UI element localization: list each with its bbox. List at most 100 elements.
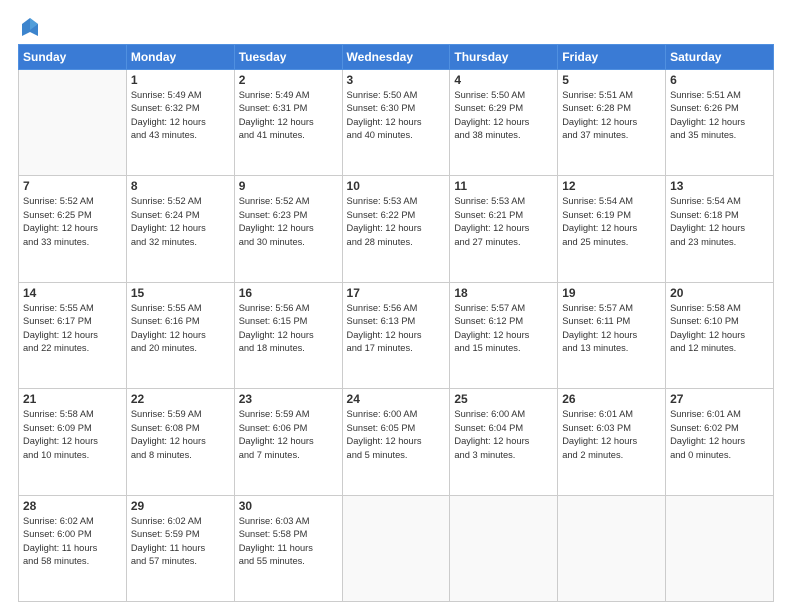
calendar-table: SundayMondayTuesdayWednesdayThursdayFrid… [18, 44, 774, 602]
day-number: 29 [131, 499, 230, 513]
weekday-header-row: SundayMondayTuesdayWednesdayThursdayFrid… [19, 45, 774, 70]
calendar-cell: 15 Sunrise: 5:55 AM Sunset: 6:16 PM Dayli… [126, 282, 234, 388]
day-info: Sunrise: 5:52 AM Sunset: 6:25 PM Dayligh… [23, 195, 122, 249]
day-number: 3 [347, 73, 446, 87]
day-number: 22 [131, 392, 230, 406]
week-row-2: 7 Sunrise: 5:52 AM Sunset: 6:25 PM Daylig… [19, 176, 774, 282]
day-info: Sunrise: 6:01 AM Sunset: 6:02 PM Dayligh… [670, 408, 769, 462]
calendar-cell: 18 Sunrise: 5:57 AM Sunset: 6:12 PM Dayli… [450, 282, 558, 388]
day-number: 16 [239, 286, 338, 300]
calendar-cell: 12 Sunrise: 5:54 AM Sunset: 6:19 PM Dayli… [558, 176, 666, 282]
calendar-cell: 28 Sunrise: 6:02 AM Sunset: 6:00 PM Dayli… [19, 495, 127, 601]
day-info: Sunrise: 6:03 AM Sunset: 5:58 PM Dayligh… [239, 515, 338, 569]
week-row-5: 28 Sunrise: 6:02 AM Sunset: 6:00 PM Dayli… [19, 495, 774, 601]
weekday-header-tuesday: Tuesday [234, 45, 342, 70]
day-info: Sunrise: 5:58 AM Sunset: 6:09 PM Dayligh… [23, 408, 122, 462]
day-number: 30 [239, 499, 338, 513]
calendar-cell: 2 Sunrise: 5:49 AM Sunset: 6:31 PM Daylig… [234, 70, 342, 176]
day-info: Sunrise: 5:49 AM Sunset: 6:31 PM Dayligh… [239, 89, 338, 143]
day-number: 21 [23, 392, 122, 406]
weekday-header-wednesday: Wednesday [342, 45, 450, 70]
calendar-cell [450, 495, 558, 601]
day-info: Sunrise: 5:52 AM Sunset: 6:24 PM Dayligh… [131, 195, 230, 249]
day-number: 28 [23, 499, 122, 513]
logo-icon [20, 16, 40, 38]
calendar-cell: 16 Sunrise: 5:56 AM Sunset: 6:15 PM Dayli… [234, 282, 342, 388]
day-number: 9 [239, 179, 338, 193]
day-info: Sunrise: 5:58 AM Sunset: 6:10 PM Dayligh… [670, 302, 769, 356]
page: SundayMondayTuesdayWednesdayThursdayFrid… [0, 0, 792, 612]
calendar-cell: 19 Sunrise: 5:57 AM Sunset: 6:11 PM Dayli… [558, 282, 666, 388]
calendar-cell: 13 Sunrise: 5:54 AM Sunset: 6:18 PM Dayli… [666, 176, 774, 282]
day-info: Sunrise: 5:51 AM Sunset: 6:28 PM Dayligh… [562, 89, 661, 143]
calendar-cell: 3 Sunrise: 5:50 AM Sunset: 6:30 PM Daylig… [342, 70, 450, 176]
weekday-header-friday: Friday [558, 45, 666, 70]
weekday-header-thursday: Thursday [450, 45, 558, 70]
day-info: Sunrise: 6:02 AM Sunset: 5:59 PM Dayligh… [131, 515, 230, 569]
calendar-cell: 23Sunrise: 5:59 AM Sunset: 6:06 PM Dayli… [234, 389, 342, 495]
day-info: Sunrise: 5:56 AM Sunset: 6:15 PM Dayligh… [239, 302, 338, 356]
day-number: 24 [347, 392, 446, 406]
calendar-cell: 21 Sunrise: 5:58 AM Sunset: 6:09 PM Dayli… [19, 389, 127, 495]
day-info: Sunrise: 5:53 AM Sunset: 6:22 PM Dayligh… [347, 195, 446, 249]
day-number: 13 [670, 179, 769, 193]
calendar-cell: 1Sunrise: 5:49 AM Sunset: 6:32 PM Daylig… [126, 70, 234, 176]
day-info: Sunrise: 6:02 AM Sunset: 6:00 PM Dayligh… [23, 515, 122, 569]
day-info: Sunrise: 6:01 AM Sunset: 6:03 PM Dayligh… [562, 408, 661, 462]
week-row-1: 1Sunrise: 5:49 AM Sunset: 6:32 PM Daylig… [19, 70, 774, 176]
calendar-cell: 14Sunrise: 5:55 AM Sunset: 6:17 PM Dayli… [19, 282, 127, 388]
day-info: Sunrise: 5:57 AM Sunset: 6:11 PM Dayligh… [562, 302, 661, 356]
day-info: Sunrise: 5:52 AM Sunset: 6:23 PM Dayligh… [239, 195, 338, 249]
calendar-cell: 8 Sunrise: 5:52 AM Sunset: 6:24 PM Daylig… [126, 176, 234, 282]
day-info: Sunrise: 6:00 AM Sunset: 6:05 PM Dayligh… [347, 408, 446, 462]
calendar-cell: 24 Sunrise: 6:00 AM Sunset: 6:05 PM Dayli… [342, 389, 450, 495]
calendar-cell: 10 Sunrise: 5:53 AM Sunset: 6:22 PM Dayli… [342, 176, 450, 282]
day-number: 12 [562, 179, 661, 193]
calendar-cell: 26Sunrise: 6:01 AM Sunset: 6:03 PM Dayli… [558, 389, 666, 495]
day-number: 4 [454, 73, 553, 87]
day-info: Sunrise: 5:54 AM Sunset: 6:19 PM Dayligh… [562, 195, 661, 249]
day-info: Sunrise: 6:00 AM Sunset: 6:04 PM Dayligh… [454, 408, 553, 462]
day-number: 14 [23, 286, 122, 300]
day-info: Sunrise: 5:51 AM Sunset: 6:26 PM Dayligh… [670, 89, 769, 143]
calendar-cell: 5 Sunrise: 5:51 AM Sunset: 6:28 PM Daylig… [558, 70, 666, 176]
day-number: 8 [131, 179, 230, 193]
day-number: 10 [347, 179, 446, 193]
calendar-cell [342, 495, 450, 601]
day-info: Sunrise: 5:59 AM Sunset: 6:06 PM Dayligh… [239, 408, 338, 462]
day-number: 18 [454, 286, 553, 300]
calendar-cell: 9 Sunrise: 5:52 AM Sunset: 6:23 PM Daylig… [234, 176, 342, 282]
day-number: 2 [239, 73, 338, 87]
day-info: Sunrise: 5:50 AM Sunset: 6:30 PM Dayligh… [347, 89, 446, 143]
logo [18, 16, 40, 36]
day-info: Sunrise: 5:57 AM Sunset: 6:12 PM Dayligh… [454, 302, 553, 356]
day-number: 25 [454, 392, 553, 406]
calendar-cell: 27 Sunrise: 6:01 AM Sunset: 6:02 PM Dayli… [666, 389, 774, 495]
day-number: 15 [131, 286, 230, 300]
day-number: 5 [562, 73, 661, 87]
day-info: Sunrise: 5:54 AM Sunset: 6:18 PM Dayligh… [670, 195, 769, 249]
weekday-header-saturday: Saturday [666, 45, 774, 70]
weekday-header-monday: Monday [126, 45, 234, 70]
day-number: 19 [562, 286, 661, 300]
calendar-cell: 29 Sunrise: 6:02 AM Sunset: 5:59 PM Dayli… [126, 495, 234, 601]
header [18, 16, 774, 36]
week-row-3: 14Sunrise: 5:55 AM Sunset: 6:17 PM Dayli… [19, 282, 774, 388]
day-number: 27 [670, 392, 769, 406]
day-number: 7 [23, 179, 122, 193]
day-info: Sunrise: 5:53 AM Sunset: 6:21 PM Dayligh… [454, 195, 553, 249]
calendar-cell: 7 Sunrise: 5:52 AM Sunset: 6:25 PM Daylig… [19, 176, 127, 282]
calendar-cell: 6 Sunrise: 5:51 AM Sunset: 6:26 PM Daylig… [666, 70, 774, 176]
day-info: Sunrise: 5:49 AM Sunset: 6:32 PM Dayligh… [131, 89, 230, 143]
calendar-cell: 20Sunrise: 5:58 AM Sunset: 6:10 PM Dayli… [666, 282, 774, 388]
day-info: Sunrise: 5:55 AM Sunset: 6:16 PM Dayligh… [131, 302, 230, 356]
day-info: Sunrise: 5:50 AM Sunset: 6:29 PM Dayligh… [454, 89, 553, 143]
calendar-cell [19, 70, 127, 176]
calendar-cell: 11 Sunrise: 5:53 AM Sunset: 6:21 PM Dayli… [450, 176, 558, 282]
day-info: Sunrise: 5:56 AM Sunset: 6:13 PM Dayligh… [347, 302, 446, 356]
week-row-4: 21 Sunrise: 5:58 AM Sunset: 6:09 PM Dayli… [19, 389, 774, 495]
calendar-cell: 17Sunrise: 5:56 AM Sunset: 6:13 PM Dayli… [342, 282, 450, 388]
day-number: 11 [454, 179, 553, 193]
calendar-cell: 25 Sunrise: 6:00 AM Sunset: 6:04 PM Dayli… [450, 389, 558, 495]
day-number: 6 [670, 73, 769, 87]
